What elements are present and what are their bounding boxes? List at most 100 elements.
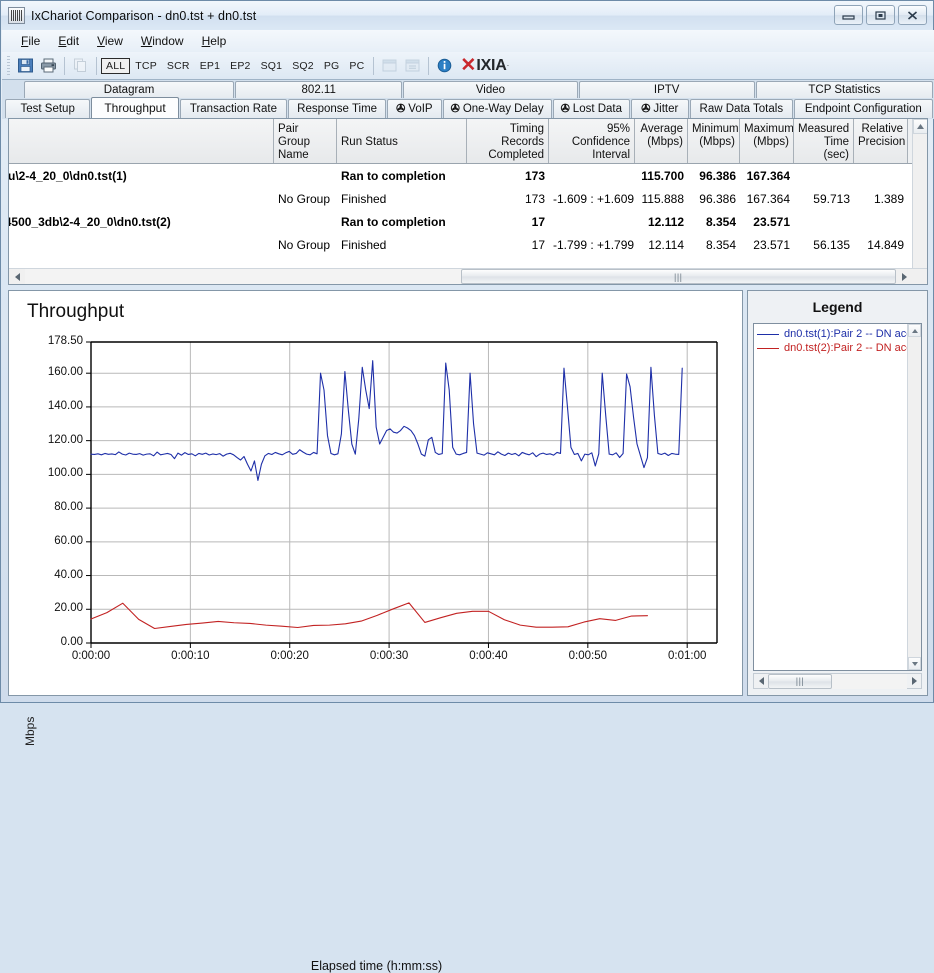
col-header-average[interactable]: Average (Mbps) — [635, 119, 688, 163]
toolbar-grip[interactable] — [7, 56, 10, 75]
legend-scroll-down-button[interactable] — [908, 657, 921, 670]
tab-test-setup[interactable]: Test Setup — [5, 99, 91, 118]
tab-group-tcp-statistics[interactable]: TCP Statistics — [755, 81, 933, 98]
toolbar-separator-4 — [428, 56, 430, 75]
save-icon[interactable] — [14, 55, 37, 77]
legend-color-swatch — [757, 347, 779, 349]
menu-help[interactable]: Help — [193, 31, 236, 51]
legend-item-label: dn0.tst(2):Pair 2 -- DN acer 1 — [784, 342, 922, 354]
col-header-run-status[interactable]: Run Status — [337, 119, 467, 163]
col-header-minimum[interactable]: Minimum (Mbps) — [688, 119, 740, 163]
col-header-average-line1: Average — [640, 123, 683, 135]
menu-window[interactable]: Window — [132, 31, 193, 51]
col-header-measured-time[interactable]: Measured Time (sec) — [794, 119, 854, 163]
filter-pc-button[interactable]: PC — [344, 58, 369, 74]
tab-endpoint-configuration[interactable]: Endpoint Configuration — [793, 99, 933, 118]
legend-scroll-left-button[interactable] — [754, 674, 768, 689]
legend-scroll-right-button[interactable] — [907, 674, 921, 689]
one-way-delay-icon: ✇ — [450, 103, 460, 115]
legend-vertical-scrollbar[interactable] — [907, 324, 921, 670]
legend-item-label: dn0.tst(1):Pair 2 -- DN acer 1 — [784, 328, 922, 340]
legend-hscroll-thumb[interactable]: ||| — [768, 673, 832, 689]
legend-hscroll-track[interactable]: ||| — [768, 673, 907, 689]
filter-scr-button[interactable]: SCR — [162, 58, 195, 74]
filter-pg-button[interactable]: PG — [319, 58, 345, 74]
legend-title: Legend — [812, 299, 863, 315]
legend-horizontal-scrollbar[interactable]: ||| — [753, 673, 922, 689]
col-header-precision-line1: Relative — [861, 123, 903, 135]
menu-edit[interactable]: Edit — [49, 31, 88, 51]
legend-panel: Legend dn0.tst(1):Pair 2 -- DN acer 1 dn0… — [747, 290, 928, 696]
filter-ep2-button[interactable]: EP2 — [225, 58, 255, 74]
minimize-button[interactable] — [834, 5, 863, 25]
maximize-button[interactable] — [866, 5, 895, 25]
filter-tcp-button[interactable]: TCP — [130, 58, 162, 74]
menu-view[interactable]: View — [88, 31, 132, 51]
col-header-maximum-line1: Maximum — [744, 123, 794, 135]
table-scroll-right-button[interactable] — [896, 269, 912, 284]
filter-sq2-button[interactable]: SQ2 — [287, 58, 319, 74]
table-scroll-up-button[interactable] — [913, 119, 927, 134]
tab-group-80211[interactable]: 802.11 — [235, 81, 403, 98]
tab-group-datagram[interactable]: Datagram — [24, 81, 235, 98]
legend-scroll-up-button[interactable] — [908, 324, 921, 337]
info-icon[interactable] — [433, 55, 456, 77]
legend-item[interactable]: dn0.tst(1):Pair 2 -- DN acer 1 — [754, 327, 921, 341]
tab-group-iptv[interactable]: IPTV — [578, 81, 755, 98]
col-header-measured-line2: Time (sec) — [823, 136, 849, 161]
filter-ep1-button[interactable]: EP1 — [195, 58, 225, 74]
table-hscroll-track[interactable]: ||| — [25, 269, 896, 284]
legend-item[interactable]: dn0.tst(2):Pair 2 -- DN acer 1 — [754, 341, 921, 355]
tab-voip[interactable]: ✇ VoIP — [387, 99, 442, 118]
cell-maximum: 23.571 — [753, 214, 790, 229]
tab-jitter[interactable]: ✇ Jitter — [630, 99, 689, 118]
tab-lost-data-label: Lost Data — [572, 103, 623, 115]
col-header-run-status-label: Run Status — [341, 136, 398, 148]
cell-confidence: -1.799 : +1.799 — [553, 237, 635, 252]
close-button[interactable] — [898, 5, 927, 25]
table-horizontal-scrollbar[interactable]: ||| — [9, 268, 927, 284]
tab-bar: Datagram 802.11 Video IPTV TCP Statistic… — [2, 80, 934, 119]
cell-minimum: 8.354 — [705, 214, 736, 229]
cell-average: 12.114 — [648, 237, 684, 252]
table-scroll-left-button[interactable] — [9, 269, 25, 284]
tab-group-video[interactable]: Video — [403, 81, 578, 98]
application-window: IxChariot Comparison - dn0.tst + dn0.tst… — [0, 0, 934, 973]
print-icon[interactable] — [37, 55, 60, 77]
window-title: IxChariot Comparison - dn0.tst + dn0.tst — [31, 8, 257, 23]
col-header-confidence-interval[interactable]: 95% Confidence Interval — [549, 119, 635, 163]
tab-raw-data-totals[interactable]: Raw Data Totals — [689, 99, 793, 118]
table-row[interactable]: No Group Finished 173 -1.609 : +1.609 11… — [9, 187, 927, 210]
filter-all-button[interactable]: ALL — [101, 57, 131, 74]
cell-precision: 14.849 — [867, 237, 904, 252]
cell-timing: 173 — [524, 191, 545, 206]
tab-one-way-delay[interactable]: ✇ One-Way Delay — [442, 99, 552, 118]
col-header-timing-records[interactable]: Timing Records Completed — [467, 119, 549, 163]
ixchariot-icon — [8, 7, 25, 24]
col-header-average-line2: (Mbps) — [647, 136, 683, 148]
table-row[interactable]: ksys_ea4500_3db\2-4_20_0\dn0.tst(2) Ran … — [9, 210, 927, 233]
col-header-maximum[interactable]: Maximum (Mbps) — [740, 119, 794, 163]
col-header-pair-group-name[interactable]: Pair Group Name — [274, 119, 337, 163]
tab-response-time[interactable]: Response Time — [288, 99, 387, 118]
table-row[interactable]: us_rtn66u\2-4_20_0\dn0.tst(1) Ran to com… — [9, 164, 927, 187]
ixia-trademark: · — [506, 61, 510, 70]
col-header-name[interactable] — [9, 119, 274, 163]
table-hscroll-thumb[interactable]: ||| — [460, 269, 896, 284]
cell-timing: 17 — [531, 214, 545, 229]
col-header-maximum-line2: (Mbps) — [753, 136, 789, 148]
table-row[interactable]: No Group Finished 17 -1.799 : +1.799 12.… — [9, 233, 927, 256]
tab-jitter-label: Jitter — [653, 103, 679, 115]
table-vertical-scrollbar[interactable] — [912, 119, 927, 284]
menu-file[interactable]: File — [12, 31, 49, 51]
cell-name: ksys_ea4500_3db\2-4_20_0\dn0.tst(2) — [9, 214, 171, 229]
col-header-relative-precision[interactable]: Relative Precision — [854, 119, 908, 163]
cell-average: 12.112 — [647, 214, 684, 229]
scroll-thumb-grip: ||| — [795, 676, 805, 686]
col-header-measured-line1: Measured — [798, 123, 850, 135]
tab-lost-data[interactable]: ✇ Lost Data — [552, 99, 630, 118]
filter-button-group: ALL TCP SCR EP1 EP2 SQ1 SQ2 PG PC — [101, 57, 369, 74]
tab-transaction-rate[interactable]: Transaction Rate — [179, 99, 288, 118]
tab-throughput[interactable]: Throughput — [91, 97, 179, 118]
filter-sq1-button[interactable]: SQ1 — [256, 58, 288, 74]
